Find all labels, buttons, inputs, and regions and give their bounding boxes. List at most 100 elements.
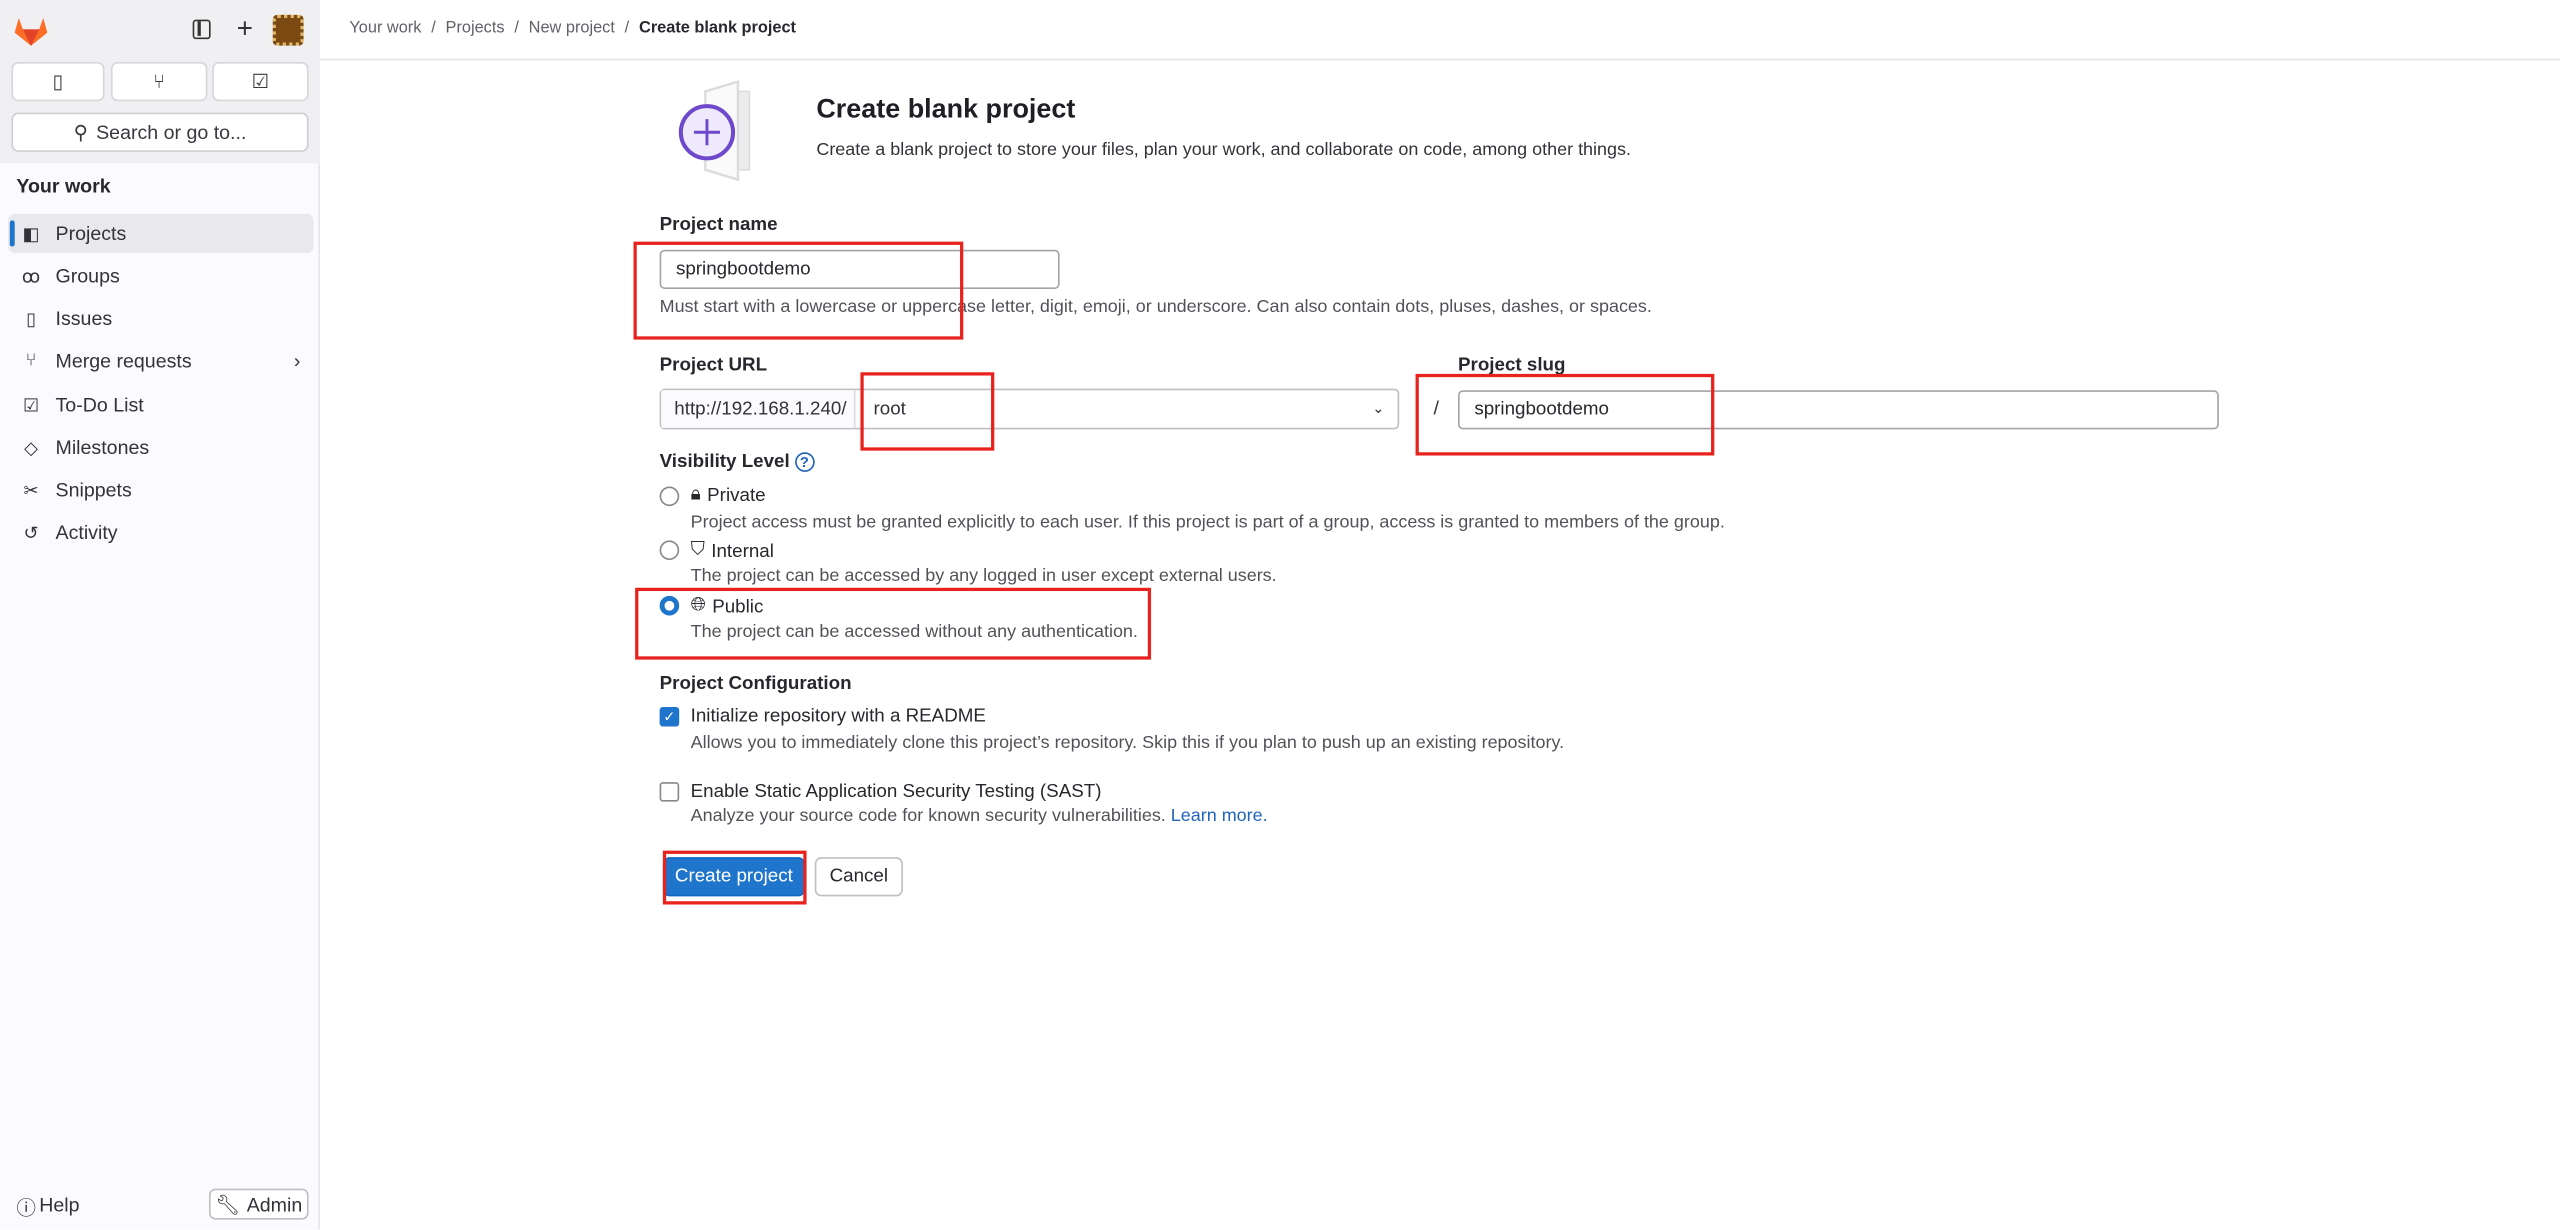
sidebar-item-label: Groups [55,264,120,288]
sidebar-item-label: Projects [55,222,127,245]
search-label: Search or go to... [96,120,247,144]
project-slug-value: springbootdemo [1474,400,1610,420]
help-label: Help [39,1193,80,1217]
top-bar: Your work / Projects / New project / Create… [320,0,2560,61]
breadcrumb-projects[interactable]: Projects [446,20,505,38]
sidebar-item-merge-requests[interactable]: ⑂ Merge requests › [8,341,313,380]
merge-request-icon: ⑂ [25,351,37,371]
sast-label[interactable]: Enable Static Application Security Testi… [691,782,1102,802]
sidebar-item-label: Snippets [55,478,132,502]
visibility-public-radio[interactable] [659,595,680,616]
visibility-public-option[interactable]: 🌐︎ Public [691,596,764,617]
todo-icon: ☑ [251,70,270,94]
learn-more-link[interactable]: Learn more. [1171,807,1268,827]
history-icon: ↺ [23,523,39,543]
sidebar-item-activity[interactable]: ↺ Activity [8,513,313,552]
question-icon[interactable]: ? [794,452,815,472]
admin-button[interactable]: 🔧︎ Admin [208,1188,309,1220]
visibility-label: Visibility Level [659,452,790,472]
todo-button[interactable]: ☑ [212,62,309,102]
sidebar-toggle-icon[interactable] [192,19,211,40]
sidebar-item-label: Merge requests [55,349,192,373]
namespace-value: root [873,399,906,419]
visibility-private-option[interactable]: 🔒︎ Private [691,485,766,506]
earth-icon: 🌐︎ [690,595,706,616]
issues-button[interactable]: ▯ [11,62,105,102]
project-slug-input[interactable]: springbootdemo [1458,390,2219,430]
merge-requests-button[interactable]: ⑂ [111,62,208,102]
page-title: Create blank project [816,94,1076,125]
breadcrumb-new-project[interactable]: New project [529,20,615,38]
wrench-icon: 🔧︎ [215,1192,241,1216]
group-icon: ꝏ [21,266,41,287]
visibility-internal-radio[interactable] [659,540,680,561]
project-config-label: Project Configuration [659,674,852,694]
sidebar-item-label: Activity [55,520,118,544]
sidebar-item-milestones[interactable]: ◇ Milestones [8,428,313,467]
project-name-help: Must start with a lowercase or uppercase… [659,297,1652,317]
project-name-value: springbootdemo [675,259,811,280]
sidebar-item-snippets[interactable]: ✂ Snippets [8,470,313,509]
readme-help: Allows you to immediately clone this pro… [690,733,1565,753]
project-url-group: http://192.168.1.240/ root ⌄ [659,388,1400,430]
issues-icon: ▯ [26,309,36,329]
check-icon: ✓ [663,707,676,725]
todo-icon: ☑ [22,395,40,416]
issues-icon: ▯ [52,70,64,94]
create-project-button[interactable]: Create project [662,857,805,897]
project-icon: ◧ [22,224,40,245]
visibility-private-radio[interactable] [659,486,680,507]
project-url-label: Project URL [659,355,768,376]
app: + ▯ ⑂ ☑ ⚲ Search or go to... Your work ◧ P… [0,0,2560,1230]
sast-help-row: Analyze your source code for known secur… [691,807,1268,827]
search-button[interactable]: ⚲ Search or go to... [11,112,309,152]
admin-label: Admin [246,1192,303,1216]
project-name-label: Project name [659,215,778,236]
search-icon: ⚲ [73,120,88,144]
sidebar: + ▯ ⑂ ☑ ⚲ Search or go to... Your work ◧ P… [0,0,321,1230]
option-label: Public [712,596,764,617]
plus-icon[interactable]: + [237,13,253,46]
option-description: The project can be accessed without any … [690,622,1138,642]
readme-label[interactable]: Initialize repository with a README [691,707,986,727]
project-name-input[interactable]: springbootdemo [659,249,1060,289]
lock-icon: 🔒︎ [690,484,701,505]
chevron-right-icon: › [293,349,301,373]
merge-request-icon: ⑂ [153,70,166,94]
avatar[interactable] [272,14,304,46]
breadcrumb-current: Create blank project [639,19,797,38]
sast-help: Analyze your source code for known secur… [690,806,1166,827]
option-label: Internal [711,541,774,561]
sidebar-item-projects[interactable]: ◧ Projects [8,213,314,254]
cancel-button[interactable]: Cancel [814,857,903,897]
page-description: Create a blank project to store your fil… [816,140,1631,161]
chevron-down-icon: ⌄ [1372,400,1385,417]
slug-separator: / [1433,396,1439,420]
url-prefix: http://192.168.1.240/ [661,390,856,428]
option-description: Project access must be granted explicitl… [690,512,1725,533]
visibility-heading: Visibility Level? [660,452,815,472]
blank-project-illustration-icon [678,79,751,182]
readme-checkbox[interactable]: ✓ [659,706,680,727]
sidebar-item-label: Milestones [55,435,150,459]
sidebar-item-groups[interactable]: ꝏ Groups [8,256,313,295]
milestone-icon: ◇ [24,438,38,458]
sidebar-item-label: Issues [55,306,113,330]
shield-icon: ⛉ [690,540,705,561]
namespace-select[interactable]: root ⌄ [856,390,1398,428]
help-icon: ⓘ [16,1196,36,1220]
section-title: Your work [16,174,111,198]
option-label: Private [707,485,766,506]
breadcrumb: Your work / Projects / New project / Create… [349,19,797,38]
sidebar-item-issues[interactable]: ▯ Issues [8,299,313,338]
project-slug-label: Project slug [1458,355,1566,376]
visibility-internal-option[interactable]: ⛉ Internal [691,540,774,561]
option-description: The project can be accessed by any logge… [690,566,1277,587]
breadcrumb-your-work[interactable]: Your work [349,20,421,38]
help-button[interactable]: ⓘ Help [16,1194,79,1222]
sidebar-item-label: To-Do List [55,393,144,417]
snippet-icon: ✂ [23,480,39,501]
sidebar-item-todo[interactable]: ☑ To-Do List [8,385,313,424]
sast-checkbox[interactable] [659,782,680,802]
gitlab-logo-icon[interactable] [14,16,48,46]
